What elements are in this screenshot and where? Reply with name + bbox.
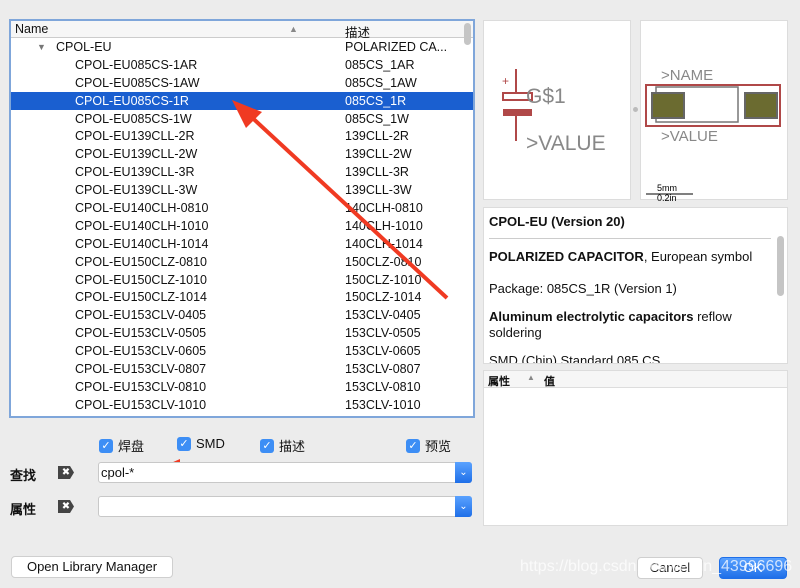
label: 焊盘: [118, 439, 145, 454]
info-package: Package: 085CS_1R (Version 1): [489, 281, 677, 296]
label: 预览: [425, 439, 452, 454]
info-title: CPOL-EU (Version 20): [489, 214, 771, 239]
open-library-manager-button[interactable]: Open Library Manager: [11, 556, 173, 578]
label: 描述: [279, 439, 306, 454]
filter-pads-checkbox[interactable]: ✓ 焊盘: [99, 436, 144, 455]
capacitor-symbol: + G$1 >VALUE: [502, 69, 606, 155]
package-preview: >NAME >VALUE 5mm 0.2in: [640, 20, 788, 203]
check-icon: ✓: [260, 438, 274, 453]
col-value-header[interactable]: 值: [544, 373, 555, 389]
search-value: cpol-*: [101, 465, 135, 480]
col-attr-header[interactable]: 属性: [488, 373, 510, 389]
package-name: >NAME: [661, 67, 713, 84]
search-label: 查找: [10, 468, 37, 483]
info-desc-bold: POLARIZED CAPACITOR: [489, 249, 644, 264]
check-icon: ✓: [406, 438, 420, 453]
scale-mm: 5mm: [657, 183, 677, 193]
splitter-handle[interactable]: [633, 107, 638, 112]
check-icon: ✓: [99, 438, 113, 453]
filter-smd-checkbox[interactable]: ✓ SMD: [177, 436, 225, 451]
filter-preview-checkbox[interactable]: ✓ 预览: [406, 436, 451, 455]
info-tech-bold: Aluminum electrolytic capacitors: [489, 309, 694, 324]
search-input[interactable]: cpol-* ⌄: [98, 462, 472, 483]
package-footprint: >NAME >VALUE 5mm 0.2in: [645, 67, 781, 203]
filter-desc-checkbox[interactable]: ✓ 描述: [260, 436, 305, 455]
info-smd: SMD (Chip) Standard 085 CS: [489, 353, 661, 364]
attribute-label: 属性: [10, 502, 37, 517]
symbol-preview: + G$1 >VALUE: [483, 20, 631, 200]
label: SMD: [196, 436, 225, 451]
info-scrollbar[interactable]: [777, 236, 784, 296]
properties-header: 属性 ▲ 值: [484, 371, 787, 388]
sort-ascending-icon: ▲: [527, 373, 535, 382]
chevron-down-icon[interactable]: ⌄: [455, 462, 472, 483]
symbol-name: G$1: [526, 85, 566, 108]
symbol-value: >VALUE: [526, 132, 606, 155]
info-panel: CPOL-EU (Version 20) POLARIZED CAPACITOR…: [483, 207, 788, 364]
chevron-down-icon[interactable]: ⌄: [455, 496, 472, 517]
watermark: https://blog.csdn.net/weixin_43996696: [520, 558, 793, 575]
check-icon: ✓: [177, 436, 191, 451]
attribute-input[interactable]: ⌄: [98, 496, 472, 517]
info-desc: , European symbol: [643, 249, 753, 264]
scale-in: 0.2in: [657, 193, 677, 201]
plus-sign: +: [502, 74, 509, 88]
properties-table: 属性 ▲ 值: [483, 370, 788, 526]
package-value: >VALUE: [661, 128, 718, 145]
